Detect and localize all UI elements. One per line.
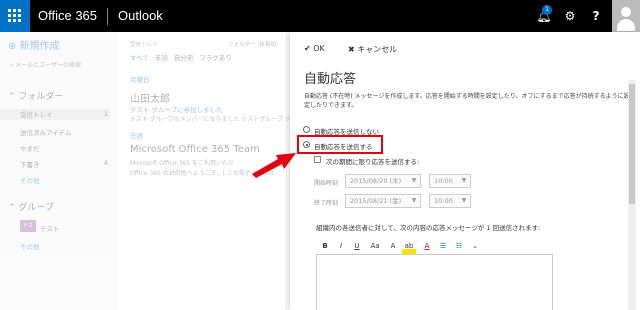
- period-checkbox[interactable]: [314, 156, 321, 163]
- search-icon: ⌕: [10, 62, 14, 69]
- folders-header[interactable]: ⌃ フォルダー: [8, 89, 63, 102]
- end-time-label: 終了時刻: [314, 200, 339, 207]
- chevron-down-icon: ▼: [461, 177, 467, 184]
- italic-button[interactable]: I: [334, 238, 348, 254]
- filter-tabs: すべて 未読 自分宛 フラグあり: [130, 52, 238, 62]
- page-title: 自動応答: [304, 72, 357, 87]
- folders-more-link[interactable]: その他: [20, 175, 40, 185]
- highlight-box: [297, 135, 383, 154]
- inbox-count: 1: [103, 110, 108, 118]
- app-name[interactable]: Outlook: [118, 8, 163, 23]
- mail-sender: 山田太郎: [130, 94, 170, 105]
- list-numbers-icon: ☷: [455, 242, 463, 250]
- new-mail-button[interactable]: ⊕ 新規作成: [8, 37, 60, 52]
- reply-message-editor[interactable]: [316, 254, 553, 310]
- drafts-count: 4: [103, 159, 108, 167]
- groups-more-link[interactable]: その他: [20, 241, 40, 251]
- pane-scrollbar[interactable]: [628, 80, 636, 310]
- sidebar-item-label: 受信トレイ: [20, 111, 53, 119]
- search-placeholder: メールとユーザーの検索: [15, 62, 82, 69]
- mail-subject: テスト グループに参加しました: [130, 106, 223, 114]
- internal-reply-label: 組織内の各送信者に対して、次の内容の応答メッセージが 1 回送信されます:: [316, 224, 541, 232]
- chevron-down-icon: ▼: [411, 177, 417, 184]
- date-group-monday: 月曜日: [130, 76, 150, 84]
- start-date-picker[interactable]: 2015/08/20 (木) ▼: [345, 174, 421, 188]
- format-toolbar: B I U Aa A ab A ☰ ☷ ⌄: [318, 238, 551, 254]
- check-icon: ✔: [304, 44, 311, 53]
- scrollbar-thumb[interactable]: [629, 84, 635, 204]
- filter-unread[interactable]: 未読: [155, 54, 168, 62]
- sidebar-item-sent[interactable]: 送信済みアイテム: [20, 127, 71, 137]
- grow-font-button[interactable]: A: [386, 238, 400, 254]
- list-sort-label[interactable]: フォルダー (新着順): [228, 40, 278, 48]
- left-navigation: ⊕ 新規作成 ⌕ メールとユーザーの検索 ⌃ フォルダー 受信トレイ 1 送信済…: [0, 32, 118, 310]
- cancel-label: キャンセル: [357, 45, 398, 54]
- filter-to-me[interactable]: 自分宛: [174, 54, 194, 62]
- period-checkbox-label[interactable]: 次の期間に限り応答を送信する:: [326, 156, 419, 166]
- cancel-button[interactable]: ✖ キャンセル: [348, 44, 397, 55]
- mail-subject: Microsoft Office 365 をご利用いただ: [130, 160, 234, 167]
- gear-icon[interactable]: ⚙: [556, 0, 584, 32]
- annotation-arrow: [252, 153, 296, 178]
- chevron-down-icon: ▼: [461, 197, 467, 204]
- search-input[interactable]: ⌕ メールとユーザーの検索: [10, 60, 81, 70]
- date-group-last-week: 先週: [130, 132, 143, 140]
- start-time-label: 開始時刻: [314, 180, 339, 187]
- highlight-button[interactable]: ab: [402, 238, 416, 254]
- ok-label: OK: [313, 44, 325, 53]
- font-size-button[interactable]: Aa: [366, 238, 384, 254]
- topbar-divider: [107, 8, 108, 25]
- new-mail-label: 新規作成: [19, 41, 60, 52]
- groups-header[interactable]: ⌃ グループ: [8, 200, 54, 213]
- avatar[interactable]: [612, 0, 640, 32]
- ok-button[interactable]: ✔ OK: [304, 44, 325, 53]
- mail-preview: テスト グループのメンバーになりました テストグループ テスト: [130, 116, 304, 123]
- end-date-value: 2015/08/21 (金): [350, 197, 402, 205]
- numbering-button[interactable]: ☷: [452, 238, 466, 254]
- end-time-select[interactable]: 10:00 ▼: [429, 194, 471, 208]
- bold-button[interactable]: B: [318, 238, 332, 254]
- office365-brand[interactable]: Office 365: [38, 8, 97, 23]
- underline-button[interactable]: U: [350, 238, 364, 254]
- pane-description: 自動応答 (不在時) メッセージを作成します。応答を開始する時間を設定したり、オ…: [304, 93, 630, 109]
- list-item[interactable]: 山田太郎 テスト グループに参加しました テスト グループのメンバーになりました…: [118, 86, 303, 128]
- app-launcher-grid-icon[interactable]: [0, 0, 30, 32]
- start-date-value: 2015/08/20 (木): [350, 177, 402, 185]
- chevron-down-icon: ⌄: [472, 242, 478, 250]
- close-icon: ✖: [348, 45, 355, 54]
- mail-sender: Microsoft Office 365 Team: [130, 144, 260, 155]
- list-folder-name: 受信トレイ: [130, 42, 158, 48]
- group-avatar: テス: [20, 220, 36, 232]
- more-formatting-button[interactable]: ⌄: [468, 238, 482, 254]
- font-color-button[interactable]: A: [420, 238, 434, 254]
- help-icon[interactable]: ?: [582, 0, 610, 32]
- filter-flagged[interactable]: フラグあり: [199, 54, 232, 62]
- end-time-value: 10:00: [434, 197, 453, 205]
- notification-badge: 1: [542, 5, 552, 15]
- sidebar-item-yamada[interactable]: やまだ: [20, 143, 40, 153]
- end-date-picker[interactable]: 2015/08/21 (金) ▼: [345, 194, 421, 208]
- list-bullets-icon: ☰: [439, 242, 447, 250]
- sidebar-item-inbox[interactable]: 受信トレイ: [0, 109, 110, 120]
- start-time-select[interactable]: 10:00 ▼: [429, 174, 471, 188]
- top-bar: Office 365 Outlook 🔔︎ 1 ⚙ ?: [0, 0, 640, 32]
- folders-header-label: フォルダー: [18, 92, 64, 102]
- groups-header-label: グループ: [18, 203, 54, 213]
- chevron-down-icon: ▼: [411, 197, 417, 204]
- bullets-button[interactable]: ☰: [436, 238, 450, 254]
- filter-all[interactable]: すべて: [130, 54, 149, 62]
- sidebar-item-group-test[interactable]: テスト: [40, 223, 60, 233]
- start-time-value: 10:00: [434, 177, 453, 185]
- sidebar-item-drafts[interactable]: 下書き: [20, 159, 40, 169]
- radio-auto-reply-off[interactable]: [303, 126, 310, 133]
